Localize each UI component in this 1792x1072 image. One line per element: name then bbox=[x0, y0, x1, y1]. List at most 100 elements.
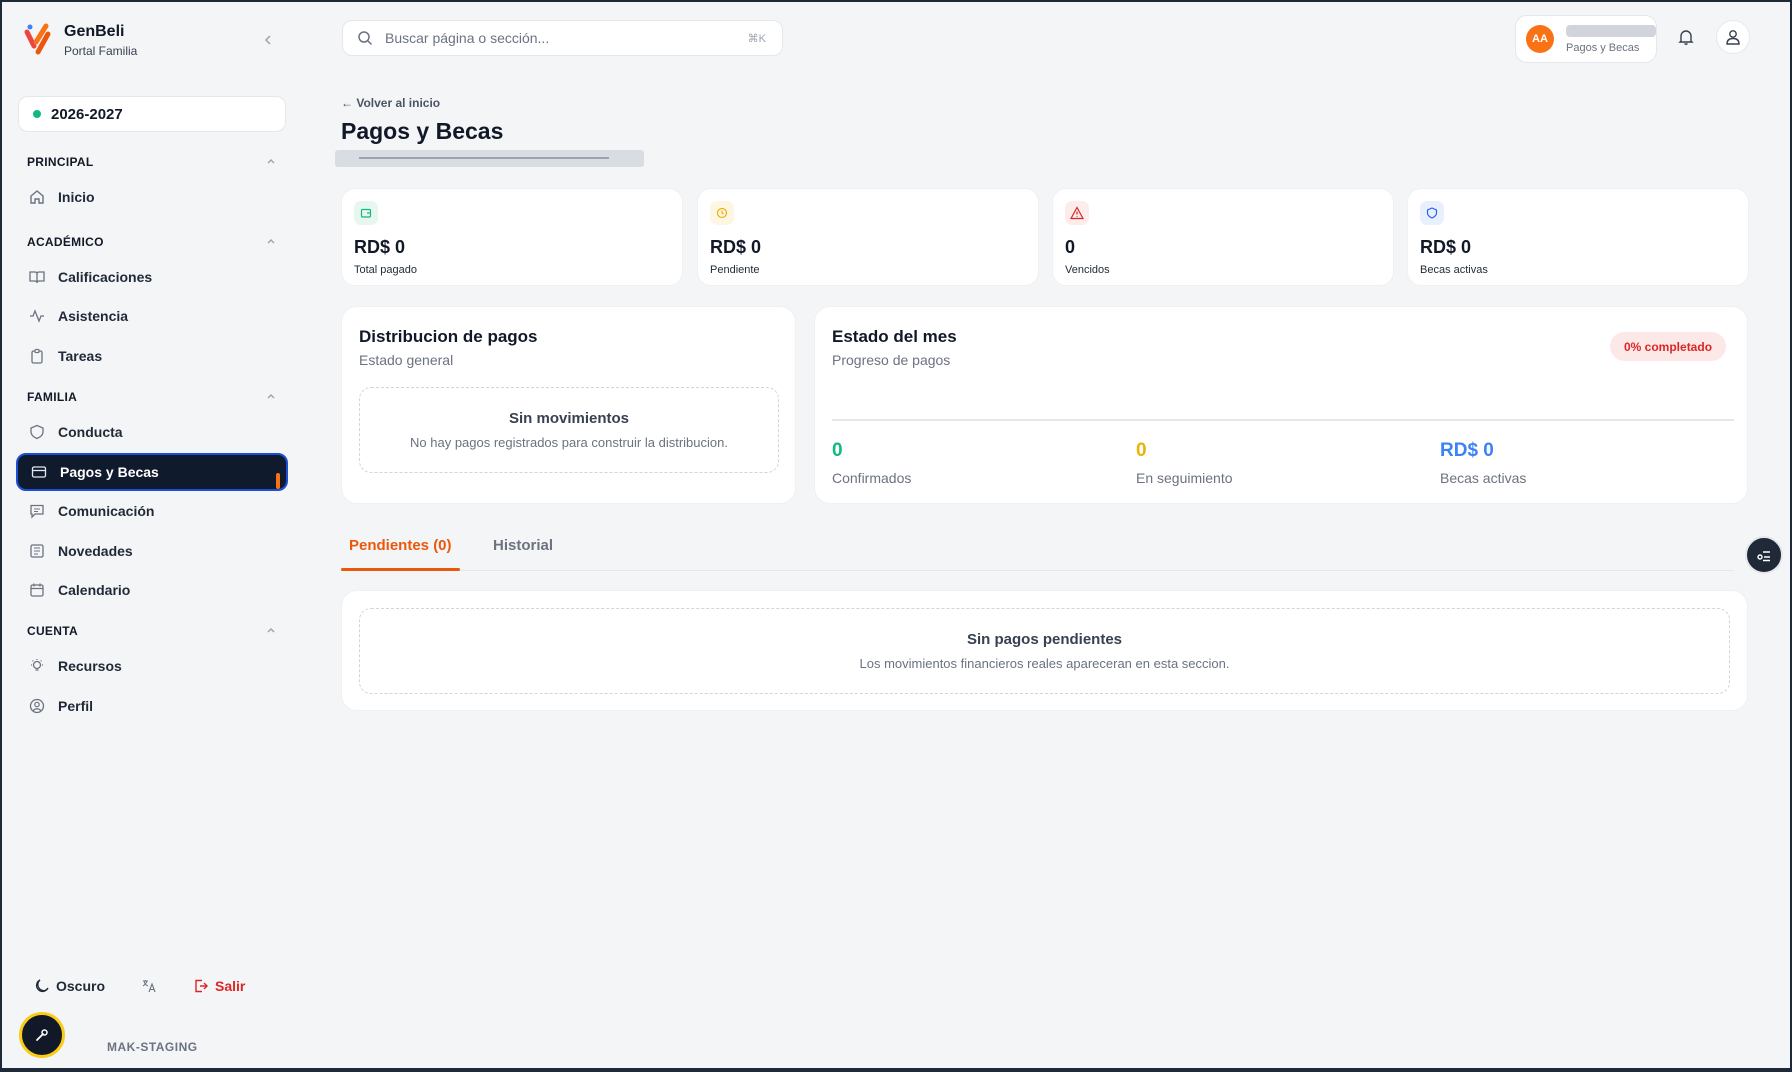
user-context-chip[interactable]: AA Pagos y Becas bbox=[1515, 15, 1657, 63]
section-cuenta[interactable]: CUENTA bbox=[27, 624, 277, 639]
activity-icon bbox=[28, 307, 46, 325]
search-icon bbox=[357, 30, 373, 46]
stat-label: Vencidos bbox=[1065, 264, 1110, 276]
brand[interactable]: GenBeli Portal Familia bbox=[24, 22, 137, 58]
list-settings-icon bbox=[1755, 546, 1773, 564]
month-status-panel: Estado del mes Progreso de pagos bbox=[814, 306, 1748, 504]
section-title: CUENTA bbox=[27, 624, 78, 638]
sidebar-item-label: Novedades bbox=[58, 543, 133, 559]
wrench-icon bbox=[33, 1026, 51, 1044]
moon-icon bbox=[34, 978, 50, 994]
month-stat-confirmados: 0 Confirmados bbox=[832, 440, 911, 486]
sidebar-item-label: Inicio bbox=[58, 189, 95, 205]
shield-icon bbox=[1420, 201, 1444, 225]
logout-button[interactable]: Salir bbox=[193, 978, 245, 994]
back-to-home-link[interactable]: ← Volver al inicio bbox=[341, 96, 440, 110]
sidebar-item-label: Calendario bbox=[58, 582, 131, 598]
sidebar-item-asistencia[interactable]: Asistencia bbox=[16, 297, 288, 335]
tab-pendientes[interactable]: Pendientes (0) bbox=[349, 537, 452, 554]
empty-title: Sin movimientos bbox=[508, 410, 630, 427]
calendar-icon bbox=[28, 581, 46, 599]
alert-triangle-icon bbox=[1065, 201, 1089, 225]
translate-icon bbox=[141, 978, 157, 994]
chevron-up-icon bbox=[265, 155, 277, 170]
language-button[interactable] bbox=[141, 978, 157, 994]
sidebar-item-recursos[interactable]: Recursos bbox=[16, 647, 288, 685]
bell-icon[interactable] bbox=[1677, 28, 1697, 48]
sidebar-item-pagos-y-becas[interactable]: Pagos y Becas bbox=[16, 453, 288, 491]
collapse-sidebar-chevron-icon[interactable] bbox=[260, 32, 276, 48]
active-indicator bbox=[276, 473, 280, 489]
completion-badge: 0% completado bbox=[1610, 332, 1727, 361]
tabs-divider bbox=[341, 570, 1734, 571]
tab-historial[interactable]: Historial bbox=[493, 537, 553, 554]
sidebar-item-perfil[interactable]: Perfil bbox=[16, 687, 288, 725]
sidebar-item-tareas[interactable]: Tareas bbox=[16, 337, 288, 375]
stat-card-pendiente: RD$ 0 Pendiente bbox=[697, 188, 1039, 286]
month-stat-label: En seguimiento bbox=[1136, 470, 1233, 486]
search-input[interactable]: Buscar página o sección... ⌘K bbox=[342, 20, 783, 56]
chevron-up-icon bbox=[265, 390, 277, 405]
school-year-label: 2026-2027 bbox=[51, 105, 123, 123]
theme-toggle-label: Oscuro bbox=[56, 978, 106, 994]
sidebar-item-inicio[interactable]: Inicio bbox=[16, 178, 288, 216]
avatar: AA bbox=[1526, 25, 1554, 53]
stat-card-vencidos: 0 Vencidos bbox=[1052, 188, 1394, 286]
section-familia[interactable]: FAMILIA bbox=[27, 390, 277, 405]
sidebar-item-label: Pagos y Becas bbox=[60, 464, 159, 480]
sidebar-item-label: Comunicación bbox=[58, 503, 155, 519]
sidebar: GenBeli Portal Familia 2026-2027 PRINCIP… bbox=[2, 2, 298, 1068]
empty-state: Sin pagos pendientes Los movimientos fin… bbox=[359, 608, 1730, 694]
month-stat-label: Becas activas bbox=[1440, 470, 1527, 486]
stat-value: RD$ 0 bbox=[1420, 237, 1472, 257]
page-title: Pagos y Becas bbox=[341, 118, 504, 144]
floating-menu-button[interactable] bbox=[1745, 536, 1783, 574]
dev-tools-button[interactable] bbox=[19, 1012, 65, 1058]
school-year-selector[interactable]: 2026-2027 bbox=[18, 96, 286, 132]
empty-description: No hay pagos registrados para construir … bbox=[410, 435, 728, 450]
stat-card-total-pagado: RD$ 0 Total pagado bbox=[341, 188, 683, 286]
section-principal[interactable]: PRINCIPAL bbox=[27, 155, 277, 170]
clock-icon bbox=[710, 201, 734, 225]
genbeli-logo-icon bbox=[24, 22, 52, 58]
sidebar-item-label: Tareas bbox=[58, 348, 103, 364]
panel-title: Distribucion de pagos bbox=[359, 327, 538, 346]
sidebar-item-label: Recursos bbox=[58, 658, 122, 674]
month-stat-becas: RD$ 0 Becas activas bbox=[1440, 440, 1526, 486]
credit-card-icon bbox=[30, 463, 48, 481]
app-window: GenBeli Portal Familia 2026-2027 PRINCIP… bbox=[0, 0, 1792, 1072]
shield-icon bbox=[28, 423, 46, 441]
panel-title: Estado del mes bbox=[832, 327, 957, 346]
user-circle-icon bbox=[28, 697, 46, 715]
empty-title: Sin pagos pendientes bbox=[966, 631, 1123, 648]
sidebar-item-comunicacion[interactable]: Comunicación bbox=[16, 492, 288, 530]
app-name: GenBeli bbox=[64, 22, 125, 40]
message-icon bbox=[28, 502, 46, 520]
stat-label: Becas activas bbox=[1420, 264, 1488, 276]
section-title: ACADÉMICO bbox=[27, 235, 104, 249]
pending-payments-panel: Sin pagos pendientes Los movimientos fin… bbox=[341, 590, 1748, 711]
sidebar-footer: Oscuro Salir bbox=[34, 978, 281, 994]
environment-label: MAK-STAGING bbox=[107, 1040, 198, 1054]
chevron-up-icon bbox=[265, 624, 277, 639]
theme-toggle-button[interactable]: Oscuro bbox=[34, 978, 105, 994]
search-placeholder: Buscar página o sección... bbox=[385, 30, 550, 46]
month-stat-value: RD$ 0 bbox=[1440, 440, 1494, 461]
logout-icon bbox=[193, 978, 209, 994]
sidebar-item-conducta[interactable]: Conducta bbox=[16, 413, 288, 451]
month-stat-seguimiento: 0 En seguimiento bbox=[1136, 440, 1233, 486]
sidebar-item-calendario[interactable]: Calendario bbox=[16, 571, 288, 609]
section-academico[interactable]: ACADÉMICO bbox=[27, 235, 277, 250]
user-current-page: Pagos y Becas bbox=[1566, 41, 1640, 54]
section-title: FAMILIA bbox=[27, 390, 78, 404]
chevron-up-icon bbox=[265, 235, 277, 250]
profile-button[interactable] bbox=[1716, 20, 1750, 54]
wallet-icon bbox=[354, 201, 378, 225]
panel-subtitle: Estado general bbox=[359, 352, 454, 368]
clipboard-icon bbox=[28, 347, 46, 365]
sidebar-item-novedades[interactable]: Novedades bbox=[16, 532, 288, 570]
active-tab-indicator bbox=[341, 568, 460, 571]
search-shortcut: ⌘K bbox=[747, 32, 766, 45]
sidebar-item-calificaciones[interactable]: Calificaciones bbox=[16, 258, 288, 296]
empty-description: Los movimientos financieros reales apare… bbox=[859, 656, 1230, 671]
